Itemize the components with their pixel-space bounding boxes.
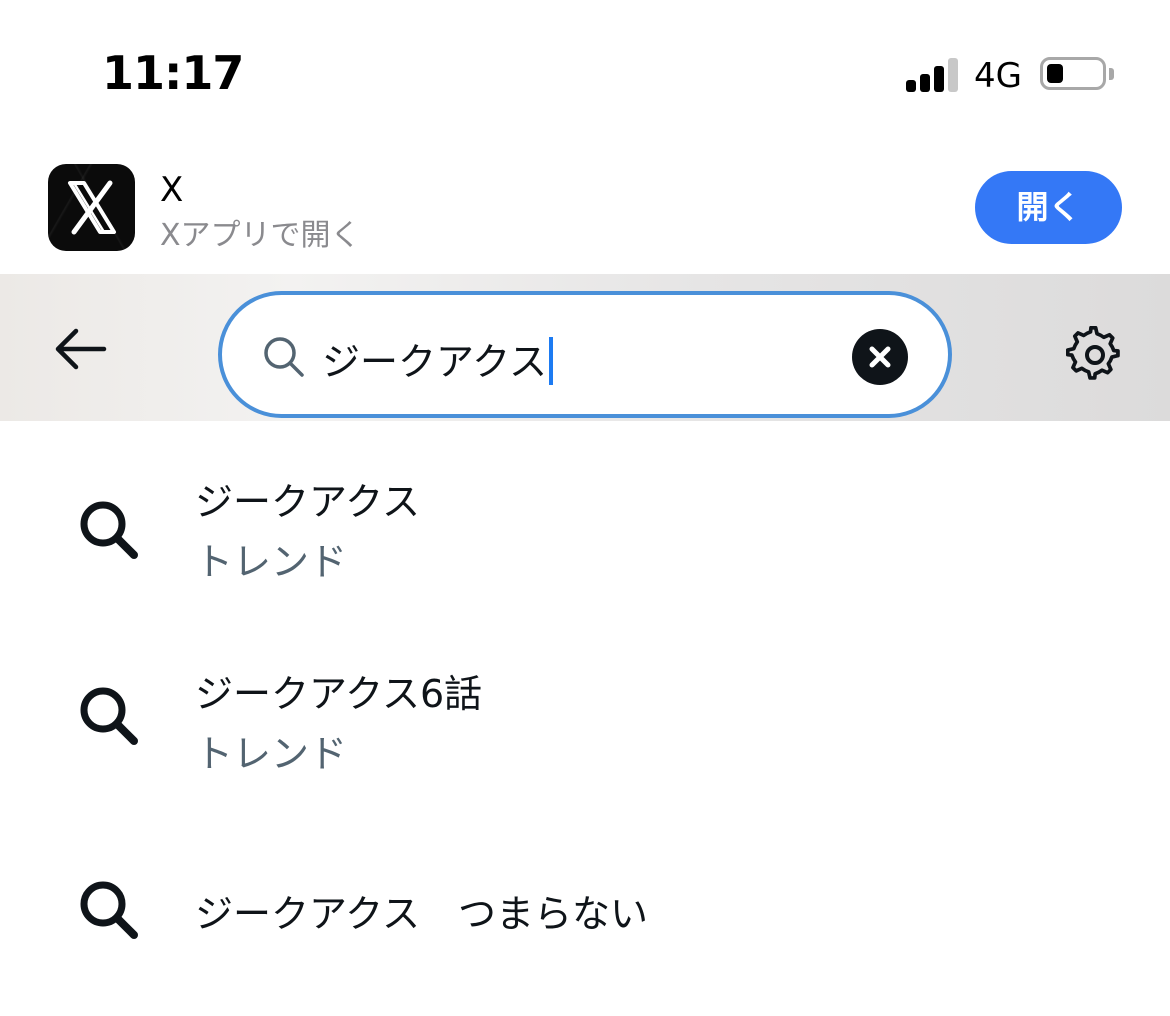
- text-caret: [548, 336, 553, 385]
- search-query-text: ジークアクス: [322, 340, 547, 384]
- search-header: ジークアクス: [0, 274, 1170, 421]
- search-suggestion[interactable]: ジークアクス6話 トレンド: [0, 611, 1170, 801]
- app-name: X: [160, 170, 184, 210]
- network-type: 4G: [974, 56, 1022, 96]
- suggestion-subtitle: トレンド: [195, 540, 348, 584]
- search-icon: [262, 335, 306, 379]
- search-query[interactable]: ジークアクス: [322, 331, 553, 386]
- signal-strength-icon: [906, 56, 960, 92]
- search-icon: [76, 497, 140, 561]
- search-icon: [76, 683, 140, 747]
- status-bar: 11:17 4G: [0, 0, 1170, 140]
- x-app-icon[interactable]: [48, 164, 135, 251]
- open-app-button[interactable]: 開く: [975, 171, 1122, 244]
- search-suggestion[interactable]: ジークアクス トレンド: [0, 421, 1170, 611]
- back-arrow-icon[interactable]: [52, 327, 108, 371]
- clear-search-button[interactable]: [852, 329, 908, 385]
- suggestion-subtitle: トレンド: [195, 732, 348, 776]
- search-suggestion[interactable]: ジークアクス つまらない: [0, 801, 1170, 1001]
- suggestion-title: ジークアクス6話: [195, 672, 483, 716]
- status-time: 11:17: [102, 46, 244, 100]
- battery-cap: [1109, 68, 1114, 80]
- open-in-app-banner: X Xアプリで開く 開く: [0, 140, 1170, 274]
- battery-icon: [1040, 57, 1106, 90]
- app-subtitle: Xアプリで開く: [160, 218, 361, 253]
- close-icon: [869, 346, 891, 368]
- suggestion-title: ジークアクス つまらない: [195, 892, 648, 936]
- settings-gear-icon[interactable]: [1065, 325, 1124, 384]
- suggestion-title: ジークアクス: [195, 480, 420, 524]
- search-input[interactable]: ジークアクス: [218, 291, 952, 418]
- search-icon: [76, 877, 140, 941]
